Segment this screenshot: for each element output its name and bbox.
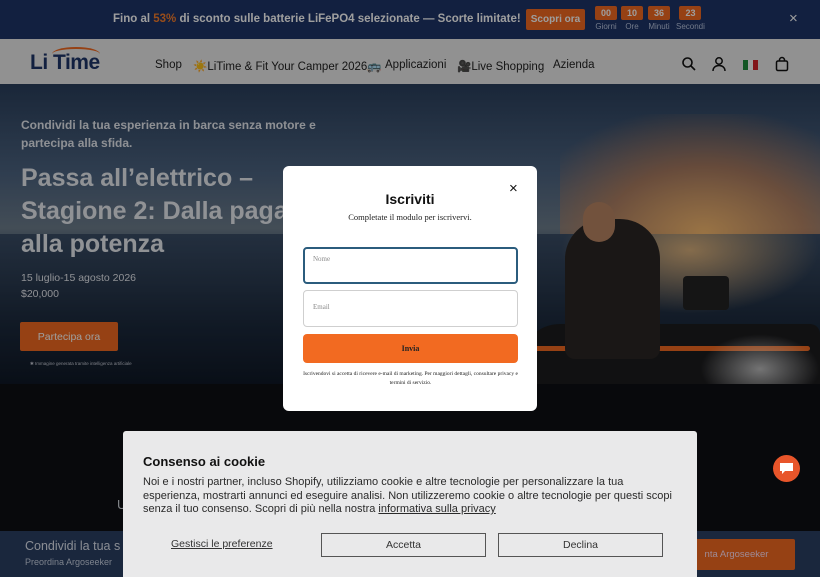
submit-button[interactable]: Invia — [303, 334, 518, 363]
email-field[interactable] — [303, 290, 518, 327]
name-field[interactable] — [303, 247, 518, 284]
name-label: Nome — [313, 255, 331, 263]
privacy-policy-link[interactable]: informativa sulla privacy — [378, 503, 495, 515]
email-input[interactable] — [304, 291, 517, 326]
name-input[interactable] — [305, 249, 516, 282]
modal-subtitle: Completate il modulo per iscrivervi. — [348, 212, 472, 222]
chat-launcher[interactable] — [773, 455, 800, 482]
modal-title: Iscriviti — [385, 191, 435, 207]
accept-cookies-button[interactable]: Accetta — [321, 533, 486, 557]
modal-legal-text: Iscrivendovi si accetta di ricevere e-ma… — [303, 371, 518, 386]
cookie-text: Noi e i nostri partner, incluso Shopify,… — [143, 476, 672, 515]
decline-cookies-button[interactable]: Declina — [498, 533, 663, 557]
manage-preferences-link[interactable]: Gestisci le preferenze — [171, 538, 273, 550]
email-label: Email — [313, 303, 330, 311]
chat-icon — [780, 463, 793, 474]
cookie-title: Consenso ai cookie — [143, 454, 266, 469]
